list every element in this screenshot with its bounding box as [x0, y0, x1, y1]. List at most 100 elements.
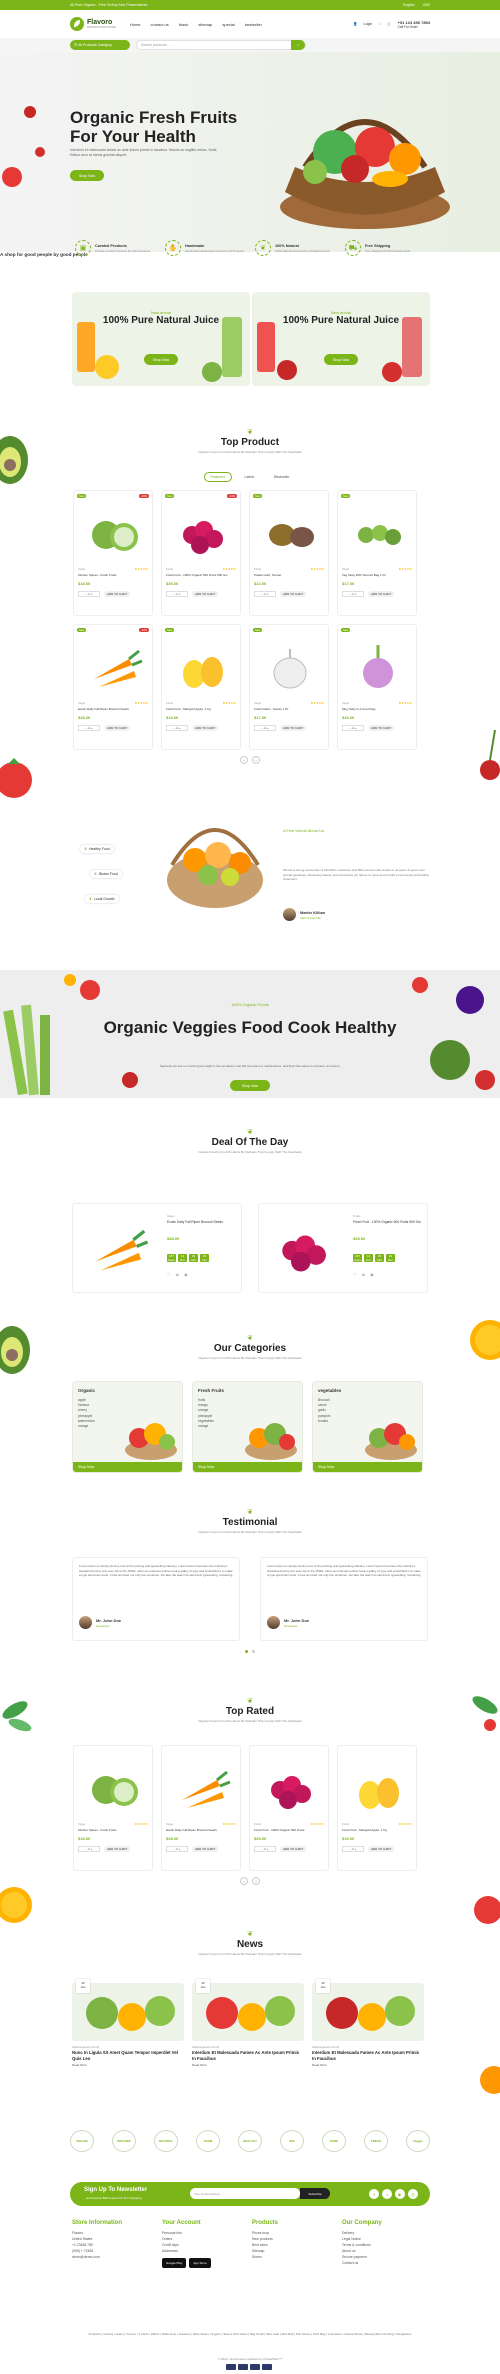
quantity-stepper[interactable]: − 1 + [342, 591, 364, 597]
quantity-stepper[interactable]: − 1 + [166, 1846, 188, 1852]
search-input[interactable]: Search products... ⌕ [136, 40, 306, 50]
twitter-icon[interactable]: t [382, 2189, 392, 2199]
product-card[interactable]: Vegie ★★★★★ Kitchen Spices - Fresh Fruits $… [73, 1745, 153, 1871]
facebook-icon[interactable]: f [369, 2189, 379, 2199]
promo-banner-1[interactable]: New arrival 100% Pure Natural Juice Shop … [72, 292, 250, 386]
product-card[interactable]: Vegie ★★★★★ Exotic Daily Fall Ripen Brocco… [161, 1745, 241, 1871]
footer-link[interactable]: Addresses [162, 2248, 211, 2254]
product-image[interactable] [77, 1218, 157, 1278]
footer-links[interactable]: Products | Clothes | Jeans | Trouser | T… [80, 2332, 420, 2337]
newsletter-email-input[interactable]: Your Email Address [190, 2188, 300, 2199]
deal-action-icons[interactable]: ♡ ⇄ ◉ [353, 1272, 376, 1277]
product-name[interactable]: Fresh Fruit - 100% Organic 500 Fruits 50… [166, 573, 238, 577]
product-name[interactable]: Fresh Fruit - 100% Organic 500 Fruits 50… [353, 1220, 425, 1224]
language-select[interactable]: English [403, 3, 414, 7]
prev-button[interactable]: ‹ [240, 756, 248, 764]
footer-link[interactable]: Stores [252, 2254, 278, 2260]
search-button[interactable]: ⌕ [291, 40, 305, 50]
add-to-cart-button[interactable]: ADD TO CART [104, 591, 131, 597]
currency-select[interactable]: USD [423, 3, 430, 7]
quantity-stepper[interactable]: − 1 + [78, 725, 100, 731]
brand-logo[interactable]: NATURAL [154, 2130, 178, 2152]
product-image[interactable] [348, 505, 408, 560]
product-image[interactable] [84, 505, 144, 560]
category-link[interactable]: orange [78, 1424, 95, 1429]
add-to-cart-button[interactable]: ADD TO CART [368, 591, 395, 597]
slide-dot[interactable] [252, 1650, 255, 1653]
add-to-cart-button[interactable]: ADD TO CART [192, 591, 219, 597]
promo-shop-button[interactable]: Shop Now [144, 354, 178, 365]
product-card[interactable]: New -12% Vegie ★★★★★ Exotic Daily Fall Ripen… [73, 624, 153, 750]
product-image[interactable] [172, 639, 232, 694]
news-title[interactable]: Nunc In Ligula Sit Amet Quam Tempor Impe… [72, 2050, 184, 2061]
user-icon[interactable]: 👤 [353, 22, 357, 26]
quantity-stepper[interactable]: − 1 + [78, 591, 100, 597]
read-more-link[interactable]: Read More [72, 2063, 184, 2067]
instagram-icon[interactable]: ◎ [408, 2189, 418, 2199]
subscribe-button[interactable]: Subscribe [300, 2188, 330, 2199]
veg-shop-button[interactable]: Shop Now [230, 1080, 270, 1091]
category-shop-button[interactable]: Shop Now [193, 1462, 302, 1472]
quantity-stepper[interactable]: − 1 + [254, 591, 276, 597]
product-name[interactable]: Exotic Daily Fall Ripen Broccoli Seeds [167, 1220, 239, 1224]
product-card[interactable]: New Fruits ★★★★★ Fresh Fruit - Marigold App… [161, 624, 241, 750]
product-name[interactable]: Potato Gold, Tomato [254, 573, 326, 577]
news-title[interactable]: Interdum Et Malesuada Fames Ac Ante Ipsu… [192, 2050, 304, 2061]
add-to-cart-button[interactable]: ADD TO CART [192, 1846, 219, 1852]
slide-dot-active[interactable] [245, 1650, 248, 1653]
add-to-cart-button[interactable]: ADD TO CART [192, 725, 219, 731]
product-image[interactable] [263, 1218, 343, 1278]
category-link[interactable]: orange [198, 1424, 214, 1429]
news-card[interactable]: 16 Jan Wellmagazine Fruits Nunc In Ligula S… [72, 1979, 184, 2073]
category-shop-button[interactable]: Shop Now [73, 1462, 182, 1472]
quantity-stepper[interactable]: − 1 + [342, 725, 364, 731]
nav-blank[interactable]: blank [179, 22, 189, 27]
brand-logo[interactable]: PURE [322, 2130, 346, 2152]
add-to-cart-button[interactable]: ADD TO CART [280, 1846, 307, 1852]
category-card[interactable]: Organic apple banana cherry pineapple waterme… [72, 1381, 183, 1473]
add-to-cart-button[interactable]: ADD TO CART [368, 725, 395, 731]
brand-logo[interactable]: Veggie [406, 2130, 430, 2152]
read-more-link[interactable]: Read More [192, 2063, 304, 2067]
logo[interactable]: Flavoro ORGANIC FOOD STORE [70, 17, 116, 31]
product-image[interactable] [260, 1760, 320, 1815]
news-card[interactable]: 16 Jan Wellmagazine Fruits Interdum Et Male… [312, 1979, 424, 2073]
product-image[interactable] [172, 1760, 232, 1815]
category-link[interactable]: tomato [318, 1419, 330, 1424]
product-card[interactable]: Fruits ★★★★★ Fresh Fruit - Marigold Apple,… [337, 1745, 417, 1871]
product-card[interactable]: New Vegie ★★★★★ Mug Tasty Is A Good Day $16.… [337, 624, 417, 750]
heart-icon[interactable]: ♡ [378, 22, 381, 26]
tab-featured[interactable]: Featured [203, 472, 232, 482]
product-image[interactable] [260, 505, 320, 560]
product-name[interactable]: Fresh Fruit - Marigold Apple, 1 Kg [342, 1828, 414, 1832]
product-image[interactable] [84, 1760, 144, 1815]
footer-link[interactable]: Contact us [342, 2260, 382, 2266]
next-button[interactable]: › [252, 756, 260, 764]
add-to-cart-button[interactable]: ADD TO CART [368, 1846, 395, 1852]
hero-shop-button[interactable]: Shop Now [70, 170, 104, 181]
nav-contact[interactable]: contact us [151, 22, 169, 27]
brand-logo[interactable]: FARM [196, 2130, 220, 2152]
product-name[interactable]: Fresh Garlic - Seeds 1 Pc [254, 707, 326, 711]
cart-icon[interactable]: 🛒 [387, 22, 391, 26]
google-play-badge[interactable]: Google Play [162, 2258, 187, 2268]
category-card[interactable]: Fresh Fruits fruits mango orange pineapple ve… [192, 1381, 303, 1473]
product-image[interactable] [84, 639, 144, 694]
product-card[interactable]: New Vegie ★★★★★ Veg Tasty With Sprouts Bag … [337, 490, 417, 616]
news-card[interactable]: 16 Jan Wellmagazine Fruits Interdum Et Male… [192, 1979, 304, 2073]
add-to-cart-button[interactable]: ADD TO CART [280, 725, 307, 731]
app-store-badge[interactable]: App Store [189, 2258, 211, 2268]
category-shop-button[interactable]: Shop Now [313, 1462, 422, 1472]
product-name[interactable]: Exotic Daily Fall Ripen Broccoli Seeds [166, 1828, 238, 1832]
nav-special[interactable]: special [222, 22, 234, 27]
deal-card[interactable]: Fruits Fresh Fruit - 100% Organic 500 Fru… [258, 1203, 428, 1293]
brand-logo[interactable]: ORGANIC [112, 2130, 136, 2152]
product-image[interactable] [172, 505, 232, 560]
product-image[interactable] [260, 639, 320, 694]
product-image[interactable] [348, 1760, 408, 1815]
product-card[interactable]: New -10% Vegie ★★★★★ Kitchen Spices - Fresh … [73, 490, 153, 616]
footer-link[interactable]: demo@demo.com [72, 2254, 122, 2260]
category-card[interactable]: vegetables Broccoli carrot garlic pumpkin tom… [312, 1381, 423, 1473]
nav-home[interactable]: Home [130, 22, 141, 27]
product-name[interactable]: Kitchen Spices - Fresh Fruits [78, 573, 150, 577]
